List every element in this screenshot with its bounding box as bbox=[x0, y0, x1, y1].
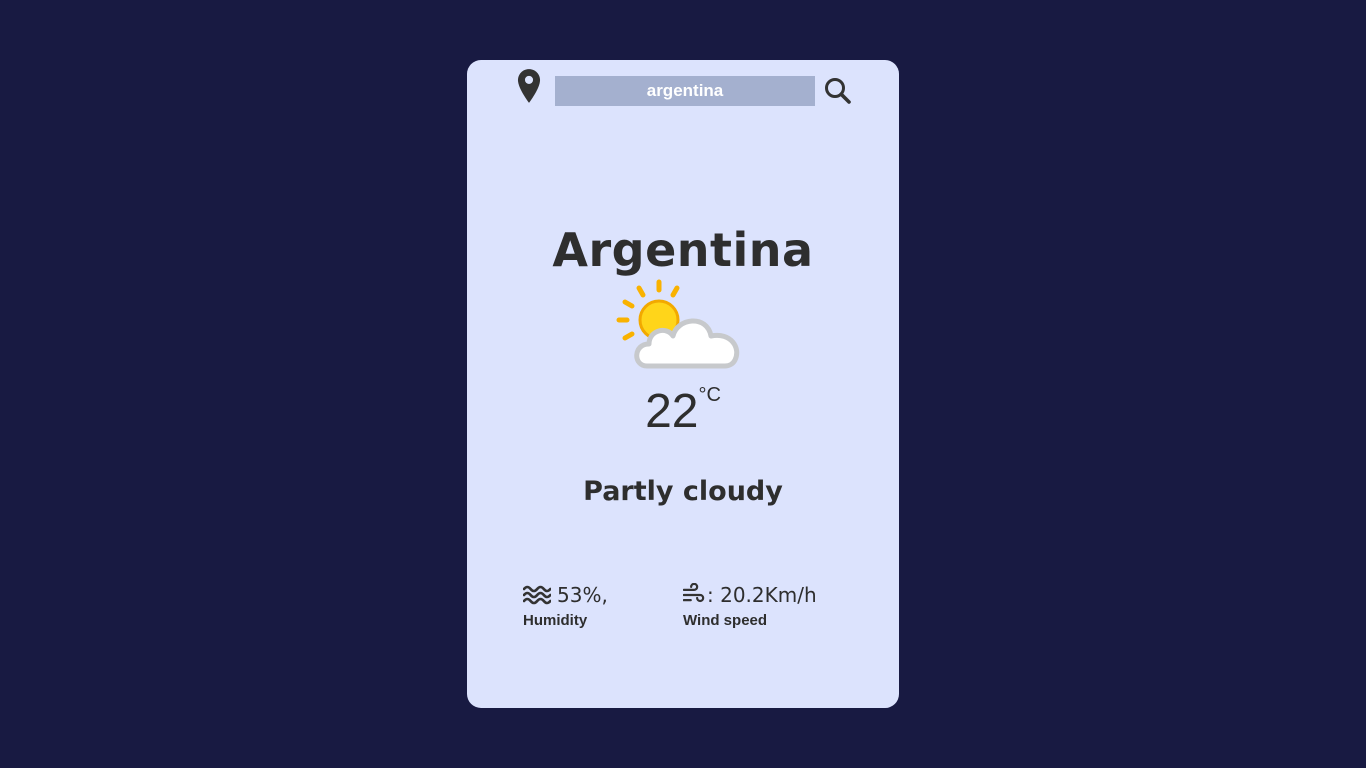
wind-label: Wind speed bbox=[683, 612, 768, 629]
search-input[interactable] bbox=[555, 76, 815, 106]
humidity-label: Humidity bbox=[523, 612, 588, 629]
humidity-value: 53%, bbox=[557, 583, 608, 607]
wind-value: : 20.2Km/h bbox=[707, 583, 817, 607]
search-icon[interactable] bbox=[822, 75, 854, 107]
temperature-value: 22 bbox=[645, 385, 699, 438]
search-bar bbox=[467, 60, 899, 120]
wind-icon bbox=[683, 583, 705, 603]
map-pin-icon bbox=[517, 69, 541, 103]
weather-card: Argentina 22°C Partly cloudy bbox=[467, 60, 899, 708]
water-waves-icon bbox=[523, 585, 551, 605]
partly-cloudy-icon bbox=[616, 279, 740, 369]
weather-condition: Partly cloudy bbox=[583, 476, 783, 507]
wind-stat: : 20.2Km/h Wind speed bbox=[683, 580, 817, 629]
city-name: Argentina bbox=[552, 223, 814, 277]
temperature-unit: °C bbox=[698, 384, 721, 406]
temperature: 22°C bbox=[467, 382, 899, 442]
humidity-stat: 53%, Humidity bbox=[523, 580, 608, 629]
